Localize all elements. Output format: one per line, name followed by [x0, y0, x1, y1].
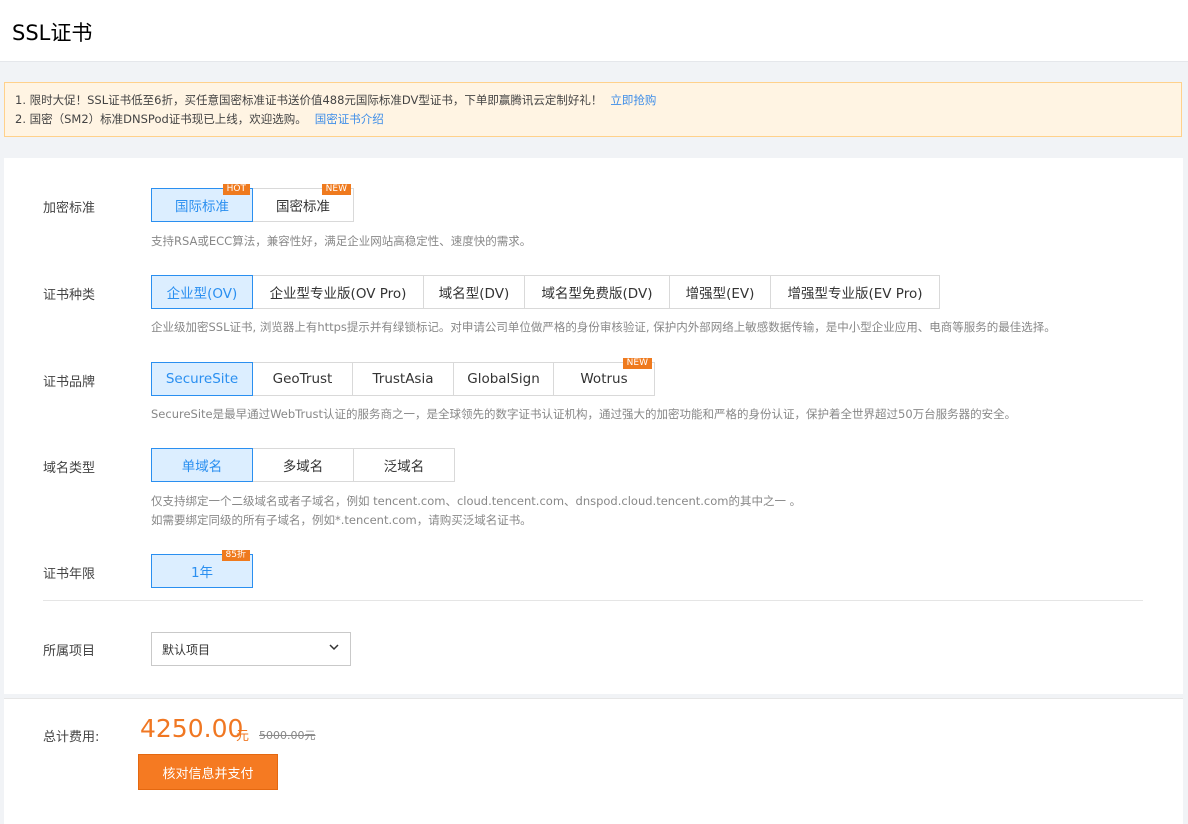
encryption-label: 加密标准 — [43, 201, 96, 216]
option-label: GlobalSign — [467, 371, 540, 387]
duration-label: 证书年限 — [43, 567, 96, 582]
confirm-pay-button[interactable]: 核对信息并支付 — [138, 754, 278, 790]
project-select-value: 默认项目 — [162, 642, 211, 657]
option-globalsign[interactable]: GlobalSign — [453, 362, 554, 396]
option-ov-pro[interactable]: 企业型专业版(OV Pro) — [252, 275, 424, 309]
notice-line-2-text: 2. 国密（SM2）标准DNSPod证书现已上线，欢迎选购。 — [15, 112, 307, 126]
option-multi-domain[interactable]: 多域名 — [252, 448, 354, 482]
option-label: 国际标准 — [175, 199, 229, 215]
total-label: 总计费用: — [43, 730, 100, 745]
option-label: 增强型专业版(EV Pro) — [787, 286, 923, 302]
option-sm-standard[interactable]: 国密标准 NEW — [252, 184, 354, 222]
hot-tag: HOT — [222, 184, 250, 195]
option-label: TrustAsia — [372, 371, 434, 387]
brand-label: 证书品牌 — [43, 375, 96, 390]
total-price: 4250.00 — [140, 714, 244, 743]
sm-cert-intro-link[interactable]: 国密证书介绍 — [315, 112, 384, 126]
option-securesite[interactable]: SecureSite — [151, 362, 253, 396]
project-label: 所属项目 — [43, 644, 96, 659]
cert-type-desc: 企业级加密SSL证书, 浏览器上有https提示并有绿锁标记。对申请公司单位做严… — [151, 320, 1056, 334]
config-panel: 加密标准 国际标准 HOT 国密标准 NEW 支持RSA或ECC算法，兼容性好，… — [4, 158, 1183, 694]
option-label: Wotrus — [580, 371, 628, 387]
option-label: 企业型(OV) — [166, 286, 238, 302]
option-label: SecureSite — [165, 371, 239, 387]
option-wildcard-domain[interactable]: 泛域名 — [353, 448, 455, 482]
brand-desc: SecureSite是最早通过WebTrust认证的服务商之一，是全球领先的数字… — [151, 407, 1017, 421]
option-label: 增强型(EV) — [685, 286, 755, 302]
duration-options: 1年 85折 — [151, 550, 253, 588]
page-title: SSL证书 — [12, 21, 93, 45]
option-label: 域名型(DV) — [438, 286, 510, 302]
buy-now-link[interactable]: 立即抢购 — [610, 93, 656, 107]
top-bar: SSL证书 — [0, 0, 1188, 62]
option-1-year[interactable]: 1年 85折 — [151, 550, 253, 588]
domain-type-options: 单域名 多域名 泛域名 — [151, 448, 455, 482]
encryption-options: 国际标准 HOT 国密标准 NEW — [151, 184, 354, 222]
option-geotrust[interactable]: GeoTrust — [252, 362, 353, 396]
cert-type-options: 企业型(OV) 企业型专业版(OV Pro) 域名型(DV) 域名型免费版(DV… — [151, 275, 940, 309]
brand-options: SecureSite GeoTrust TrustAsia GlobalSign… — [151, 358, 655, 396]
currency-unit: 元 — [236, 729, 250, 744]
promo-notice: 1. 限时大促！SSL证书低至6折，买任意国密标准证书送价值488元国际标准DV… — [4, 82, 1182, 137]
discount-tag: 85折 — [221, 550, 250, 561]
option-label: 多域名 — [282, 459, 324, 475]
option-label: 泛域名 — [383, 459, 425, 475]
domain-type-desc-1: 仅支持绑定一个二级域名或者子域名，例如 tencent.com、cloud.te… — [151, 494, 802, 508]
domain-type-label: 域名类型 — [43, 461, 96, 476]
option-label: 单域名 — [181, 459, 223, 475]
option-single-domain[interactable]: 单域名 — [151, 448, 253, 482]
option-dv-free[interactable]: 域名型免费版(DV) — [524, 275, 670, 309]
option-trustasia[interactable]: TrustAsia — [352, 362, 454, 396]
option-international-standard[interactable]: 国际标准 HOT — [151, 184, 253, 222]
project-select[interactable]: 默认项目 — [151, 632, 351, 666]
option-label: GeoTrust — [272, 371, 333, 387]
option-ov[interactable]: 企业型(OV) — [151, 275, 253, 309]
new-tag: NEW — [321, 184, 351, 195]
option-label: 国密标准 — [276, 199, 330, 215]
option-wotrus[interactable]: Wotrus NEW — [553, 358, 655, 396]
option-label: 域名型免费版(DV) — [541, 286, 653, 302]
option-dv[interactable]: 域名型(DV) — [423, 275, 525, 309]
option-ev-pro[interactable]: 增强型专业版(EV Pro) — [770, 275, 940, 309]
domain-type-desc-2: 如需要绑定同级的所有子域名，例如*.tencent.com，请购买泛域名证书。 — [151, 513, 532, 527]
encryption-desc: 支持RSA或ECC算法，兼容性好，满足企业网站高稳定性、速度快的需求。 — [151, 234, 532, 248]
option-label: 1年 — [190, 565, 214, 581]
chevron-down-icon — [329, 644, 339, 651]
notice-line-1-text: 1. 限时大促！SSL证书低至6折，买任意国密标准证书送价值488元国际标准DV… — [15, 93, 603, 107]
checkout-footer: 总计费用: 4250.00 元 5000.00元 核对信息并支付 — [4, 698, 1183, 824]
divider — [43, 600, 1143, 601]
notice-line-1: 1. 限时大促！SSL证书低至6折，买任意国密标准证书送价值488元国际标准DV… — [15, 91, 1171, 110]
notice-line-2: 2. 国密（SM2）标准DNSPod证书现已上线，欢迎选购。 国密证书介绍 — [15, 110, 1171, 129]
cert-type-label: 证书种类 — [43, 288, 96, 303]
new-tag: NEW — [622, 358, 652, 369]
option-label: 企业型专业版(OV Pro) — [269, 286, 407, 302]
option-ev[interactable]: 增强型(EV) — [669, 275, 771, 309]
original-price: 5000.00元 — [259, 729, 316, 742]
